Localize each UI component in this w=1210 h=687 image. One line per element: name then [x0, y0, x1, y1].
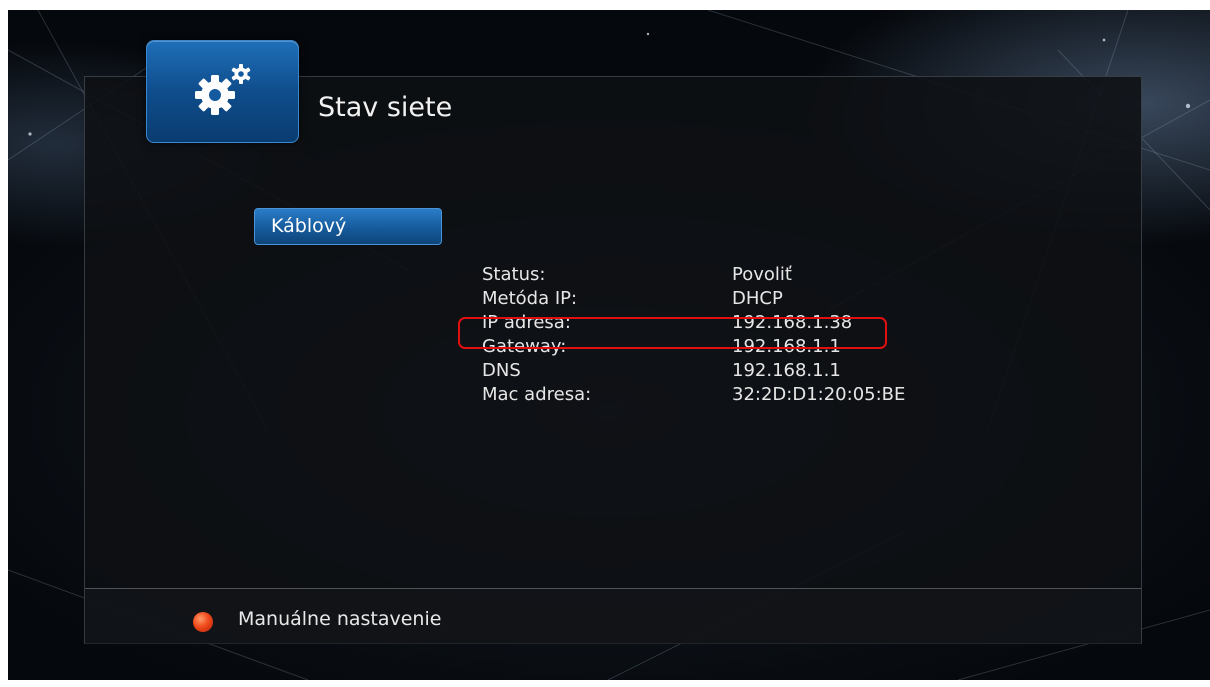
ip-method-value: DHCP	[732, 288, 783, 309]
tab-cable-label: Káblový	[271, 215, 347, 237]
status-value: Povoliť	[732, 264, 792, 285]
manual-settings-label[interactable]: Manuálne nastavenie	[238, 608, 441, 630]
status-label: Status:	[482, 264, 546, 285]
tab-cable[interactable]: Káblový	[254, 208, 442, 245]
info-row-status: Status: Povoliť	[482, 264, 952, 288]
info-row-dns: DNS 192.168.1.1	[482, 360, 952, 384]
info-row-mac-address: Mac adresa: 32:2D:D1:20:05:BE	[482, 384, 952, 408]
mac-address-value: 32:2D:D1:20:05:BE	[732, 384, 906, 405]
red-dot-icon	[193, 612, 213, 632]
settings-icon-tile	[146, 40, 299, 143]
network-status-screen: Manuálne nastavenie Stav siete Káblový S…	[8, 10, 1210, 680]
dns-value: 192.168.1.1	[732, 360, 841, 381]
ip-address-highlight-box	[458, 317, 887, 349]
dns-label: DNS	[482, 360, 521, 381]
info-row-ip-method: Metóda IP: DHCP	[482, 288, 952, 312]
footer-bar: Manuálne nastavenie	[85, 588, 1141, 644]
gears-icon	[195, 64, 251, 115]
mac-address-label: Mac adresa:	[482, 384, 592, 405]
page-title: Stav siete	[318, 92, 453, 123]
ip-method-label: Metóda IP:	[482, 288, 578, 309]
